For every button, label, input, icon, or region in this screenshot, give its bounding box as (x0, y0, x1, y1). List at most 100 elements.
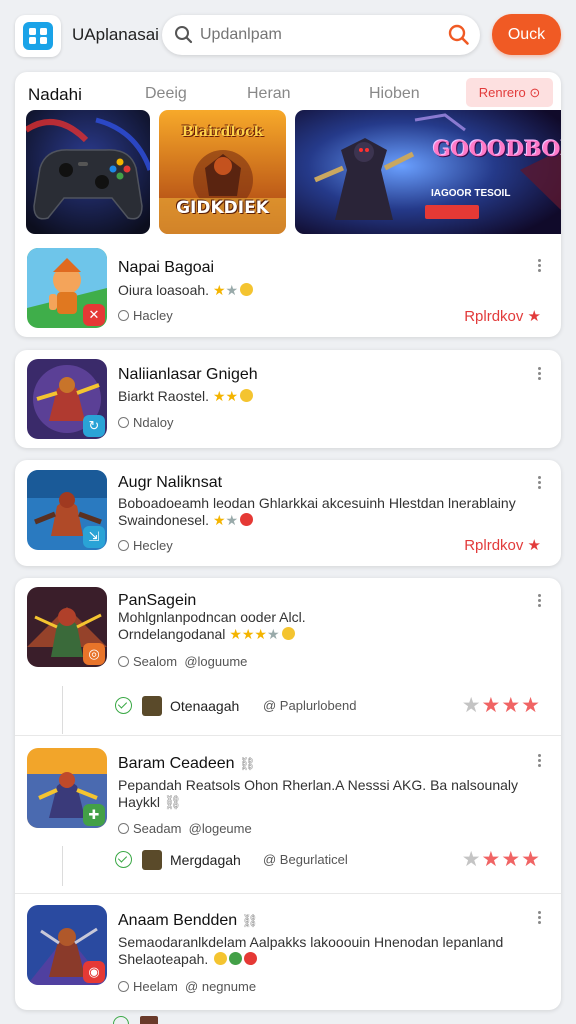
star-icon: ★★★ (229, 626, 267, 642)
banner-cta-button[interactable] (425, 205, 479, 219)
star-icon: ★ (225, 282, 239, 298)
banner-blairdlock[interactable]: Blairdlock GIDKDIEK (159, 110, 286, 234)
banner-subtitle: GIDKDIEK (176, 198, 269, 218)
banner-title: Blairdlock (181, 124, 264, 140)
app-title: Napai Bagoai (118, 259, 215, 276)
banner-caption: IAGOOR TESOIL (431, 188, 511, 199)
app-meta: Seadam @logeume (118, 821, 252, 836)
tab-nadahi[interactable]: Nadahi (28, 85, 82, 105)
tab-deeig[interactable]: Deeig (145, 85, 187, 103)
app-meta: Ndaloy (118, 415, 173, 430)
info-icon (118, 656, 129, 667)
star-icon: ★★★ (481, 694, 541, 717)
check-circle-icon (115, 851, 132, 868)
app-action-link[interactable]: Rplrdkov ★ (464, 307, 541, 325)
check-circle-icon (115, 697, 132, 714)
app-logo-icon[interactable] (15, 15, 61, 57)
sub-item-row[interactable]: Otenaagah @ Paplurlobend ★★★★ (15, 682, 561, 730)
app-badge-icon: ⇲ (83, 526, 105, 548)
coin-icon (229, 952, 243, 965)
search-bar[interactable] (162, 15, 480, 55)
app-icon[interactable]: ⇲ (27, 470, 107, 550)
app-meta: Hacley (118, 308, 173, 323)
badge-dot-icon (244, 952, 258, 965)
app-action-link[interactable]: Rplrdkov ★ (464, 536, 541, 554)
app-meta: Heelam @ negnume (118, 979, 256, 994)
app-icon[interactable]: ◉ (27, 905, 107, 985)
rating-stars: ★★★★ (462, 847, 541, 872)
app-icon[interactable]: ✚ (27, 748, 107, 828)
sub-item-developer: @ Begurlaticel (263, 852, 348, 867)
info-icon (118, 310, 129, 321)
link-icon: ⛓ (238, 756, 256, 771)
more-options-icon[interactable] (533, 366, 545, 382)
tab-heran[interactable]: Heran (247, 85, 291, 103)
banner-controller[interactable] (26, 110, 150, 234)
check-circle-icon (113, 1016, 129, 1024)
app-badge-icon: ✚ (83, 804, 105, 826)
app-desc: Oiura loasoah. ★★ (118, 282, 538, 299)
app-badge-icon: ◉ (83, 961, 105, 983)
app-card: ⇲ Augr Naliknsat Boboadoeamh leodan Ghla… (15, 460, 561, 566)
app-title: Baram Ceadeen ⛓ (118, 755, 256, 772)
banner-title: GOOODBOK (433, 136, 561, 161)
star-icon: ★ (461, 848, 482, 871)
search-submit-icon[interactable] (448, 24, 470, 51)
coin-icon (240, 283, 254, 296)
app-desc: Semaodaranlkdelam Aalpakks lakooouin Hne… (118, 934, 504, 967)
app-title: PanSagein (118, 592, 197, 609)
sub-item-thumbnail (142, 696, 162, 716)
app-desc: Pepandah Reatsols Ohon Rherlan.A Nesssi … (118, 777, 519, 810)
app-icon[interactable]: ↻ (27, 359, 107, 439)
app-badge-icon: ✕ (83, 304, 105, 326)
star-icon: ★ (212, 512, 226, 528)
app-list-card: ◎ PanSagein Mohlgnlanpodncan ooder Alcl.… (15, 578, 561, 1010)
star-icon: ★ (461, 694, 482, 717)
tab-hioben[interactable]: Hioben (369, 85, 420, 103)
renrero-button[interactable]: Renrero ⊙ (466, 78, 553, 107)
rating-stars: ★★★★ (462, 693, 541, 718)
app-meta: Hecley (118, 538, 173, 553)
star-icon: ★ (212, 282, 226, 298)
star-icon: ★ (225, 512, 239, 528)
info-icon (118, 417, 129, 428)
info-icon (118, 981, 129, 992)
info-icon (118, 823, 129, 834)
coin-icon (281, 627, 295, 640)
top-bar: UAplanasai Ouck (0, 0, 576, 70)
app-desc: Boboadoeamh leodan Ghlarkkai akcesuinh H… (118, 495, 516, 528)
star-icon: ★ (266, 626, 280, 642)
sub-item-developer: @ Paplurlobend (263, 698, 357, 713)
quick-button[interactable]: Ouck (492, 14, 561, 55)
app-desc: Biarkt Raostel. ★★ (118, 388, 538, 405)
more-options-icon[interactable] (533, 258, 545, 274)
sub-item-row[interactable]: Mergdagah @ Begurlaticel ★★★★ (15, 836, 561, 884)
more-options-icon[interactable] (533, 475, 545, 491)
featured-card: Nadahi Deeig Heran Hioben Renrero ⊙ Blai… (15, 72, 561, 337)
link-icon: ⛓ (163, 794, 182, 810)
more-options-icon[interactable] (533, 753, 545, 769)
app-badge-icon: ◎ (83, 643, 105, 665)
star-icon: ★★ (212, 388, 239, 404)
app-icon[interactable]: ◎ (27, 587, 107, 667)
more-options-icon[interactable] (533, 593, 545, 609)
app-card: ↻ Naliianlasar Gnigeh Biarkt Raostel. ★★… (15, 350, 561, 448)
coin-icon (240, 389, 254, 402)
app-badge-icon: ↻ (83, 415, 105, 437)
sub-item-name: Mergdagah (170, 852, 241, 868)
banner-gooodbok[interactable]: GOOODBOK IAGOOR TESOIL (295, 110, 561, 234)
star-icon: ★★★ (481, 848, 541, 871)
app-desc: Mohlgnlanpodncan ooder Alcl. Orndelangod… (118, 609, 306, 642)
more-options-icon[interactable] (533, 910, 545, 926)
search-input[interactable] (200, 23, 430, 47)
sub-item-thumbnail (140, 1016, 158, 1024)
app-title: Anaam Bendden ⛓ (118, 912, 259, 929)
app-icon[interactable]: ✕ (27, 248, 107, 328)
divider (15, 893, 561, 894)
info-icon (118, 540, 129, 551)
divider (15, 735, 561, 736)
app-title: UAplanasai (72, 25, 159, 44)
sub-item-thumbnail (142, 850, 162, 870)
badge-dot-icon (240, 513, 254, 526)
tab-bar: Nadahi Deeig Heran Hioben Renrero ⊙ (15, 72, 561, 112)
